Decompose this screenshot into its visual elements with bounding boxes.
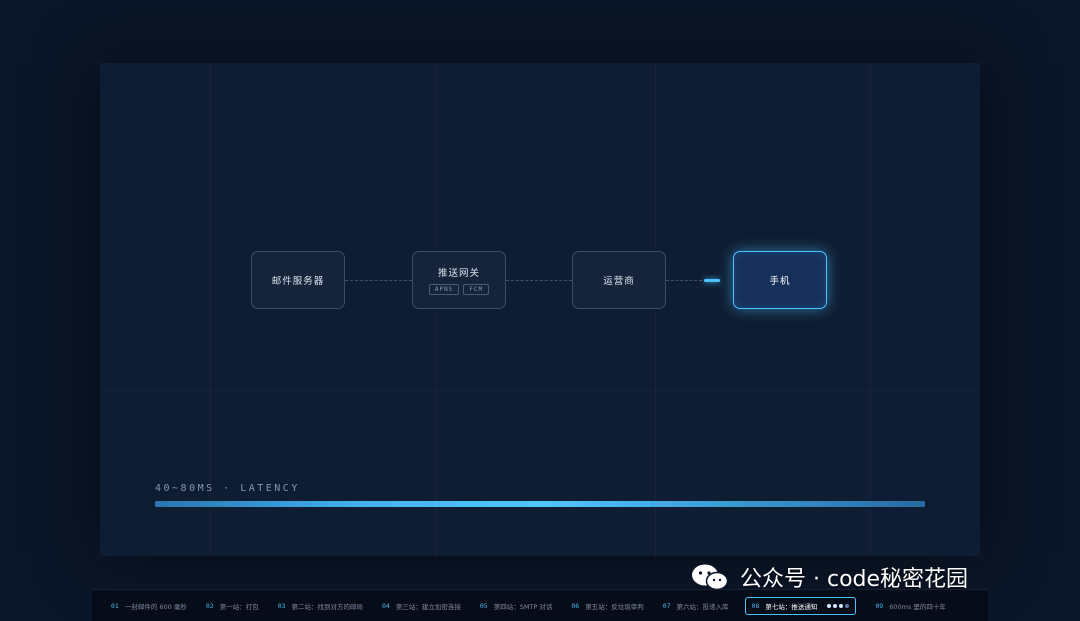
grid-line xyxy=(435,63,436,556)
step-number: 03 xyxy=(277,601,286,610)
latency-bar xyxy=(155,501,925,507)
step-number: 09 xyxy=(875,601,884,610)
node-label: 邮件服务器 xyxy=(271,276,325,287)
tag-apns: APNS xyxy=(428,284,460,295)
step-label: 第一站：打包 xyxy=(219,602,259,611)
connector xyxy=(345,280,412,281)
nav-step-01[interactable]: 01 一封邮件的 600 毫秒 xyxy=(111,601,187,611)
grid-line xyxy=(655,63,656,556)
wechat-icon xyxy=(692,564,729,591)
grid-line xyxy=(870,63,871,556)
node-carrier: 运营商 xyxy=(572,251,666,309)
grid-line xyxy=(100,390,980,391)
step-number: 02 xyxy=(205,601,214,610)
step-label: 第七站：推送通知 xyxy=(765,602,818,611)
step-label: 第六站：投递入库 xyxy=(676,602,729,611)
step-number: 08 xyxy=(751,601,760,610)
tag-fcm: FCM xyxy=(463,284,490,295)
progress-dot xyxy=(845,603,850,608)
nav-step-05[interactable]: 05 第四站：SMTP 对话 xyxy=(480,601,553,611)
node-phone: 手机 xyxy=(733,251,827,309)
step-label: 第二站：找到对方的邮局 xyxy=(291,602,364,611)
node-tags: APNS FCM xyxy=(428,284,490,295)
node-mail-server: 邮件服务器 xyxy=(251,251,345,309)
node-label: 手机 xyxy=(769,276,791,287)
step-label: 第五站：反垃圾审判 xyxy=(585,602,644,611)
node-push-gateway: 推送网关 APNS FCM xyxy=(412,251,506,309)
nav-step-04[interactable]: 04 第三站：建立加密连接 xyxy=(382,601,461,611)
step-label: 600ms 里的四十年 xyxy=(889,602,946,611)
step-label: 第四站：SMTP 对话 xyxy=(493,602,553,611)
step-number: 07 xyxy=(662,601,671,610)
nav-step-08-active[interactable]: 08 第七站：推送通知 xyxy=(744,596,857,615)
step-number: 06 xyxy=(571,601,580,610)
latency-bar-fill xyxy=(155,501,925,507)
nav-step-09[interactable]: 09 600ms 里的四十年 xyxy=(875,601,946,611)
step-label: 第三站：建立加密连接 xyxy=(395,602,461,611)
slide-stage: 邮件服务器 推送网关 APNS FCM 运营商 手机 40~80MS · LAT… xyxy=(100,63,980,556)
nav-step-02[interactable]: 02 第一站：打包 xyxy=(206,601,259,611)
nav-step-06[interactable]: 06 第五站：反垃圾审判 xyxy=(571,601,643,611)
nav-step-03[interactable]: 03 第二站：找到对方的邮局 xyxy=(278,601,363,611)
connector-active xyxy=(704,279,720,282)
step-label: 一封邮件的 600 毫秒 xyxy=(124,602,187,611)
node-label: 运营商 xyxy=(603,276,635,287)
step-number: 04 xyxy=(382,601,390,610)
connector xyxy=(506,280,572,281)
progress-dot xyxy=(839,603,844,608)
connector xyxy=(666,280,702,281)
node-label: 推送网关 xyxy=(437,268,480,279)
nav-step-07[interactable]: 07 第六站：投递入库 xyxy=(663,601,729,611)
progress-dot xyxy=(827,603,832,608)
progress-dots xyxy=(827,603,850,608)
step-number: 05 xyxy=(479,601,488,610)
chapter-nav: 01 一封邮件的 600 毫秒 02 第一站：打包 03 第二站：找到对方的邮局… xyxy=(92,589,988,621)
latency-label: 40~80MS · LATENCY xyxy=(155,483,300,494)
progress-dot xyxy=(833,603,838,608)
step-number: 01 xyxy=(111,601,119,610)
